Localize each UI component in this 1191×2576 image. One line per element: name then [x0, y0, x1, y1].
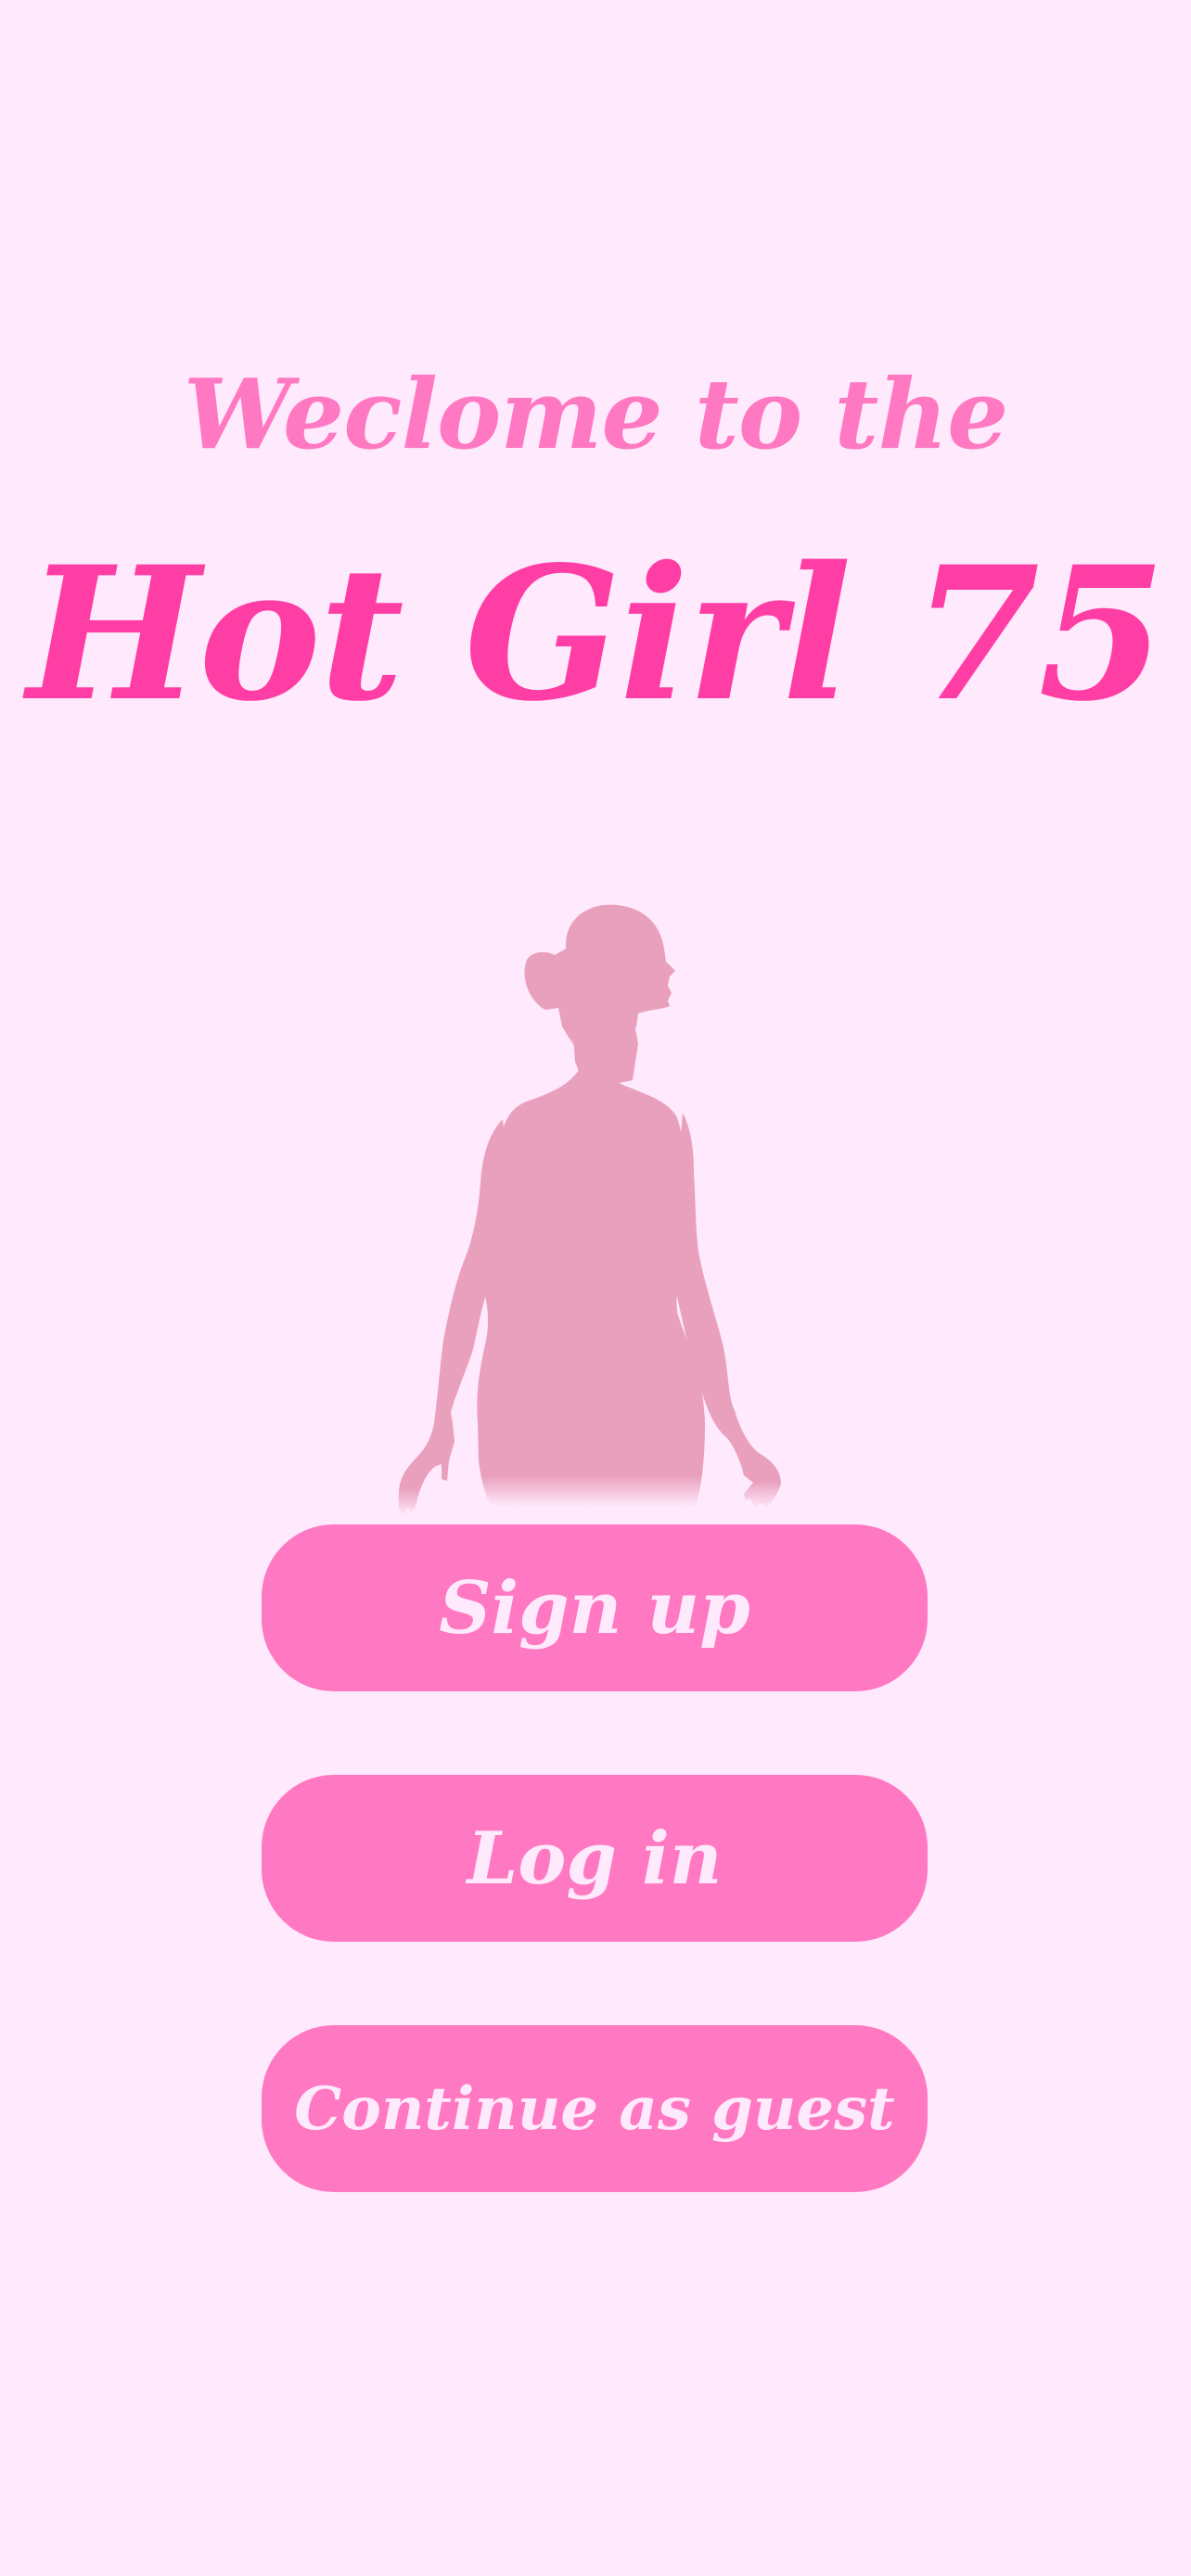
app-title: Hot Girl 75 — [27, 526, 1166, 742]
continue-as-guest-button[interactable]: Continue as guest — [262, 2025, 928, 2192]
woman-silhouette-image — [398, 904, 781, 1516]
welcome-screen: Weclome to the Hot Girl 75 Sign up Log i… — [0, 0, 1191, 2576]
log-in-button[interactable]: Log in — [262, 1775, 928, 1942]
silhouette-shape — [398, 904, 781, 1516]
sign-up-button[interactable]: Sign up — [262, 1524, 928, 1691]
welcome-heading: Weclome to the — [183, 357, 1009, 471]
